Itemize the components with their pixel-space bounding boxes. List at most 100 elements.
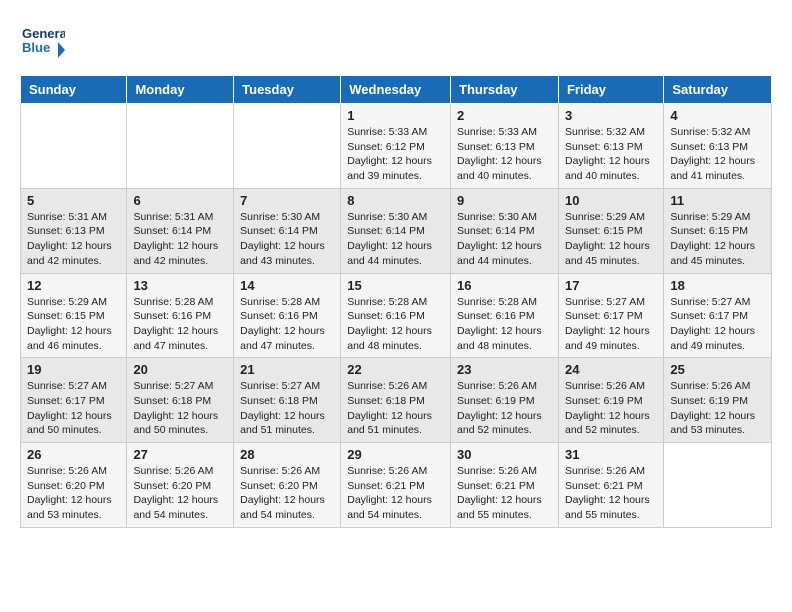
- day-info: Sunrise: 5:27 AM Sunset: 6:17 PM Dayligh…: [565, 295, 657, 354]
- day-info: Sunrise: 5:27 AM Sunset: 6:18 PM Dayligh…: [133, 379, 227, 438]
- logo: General Blue: [20, 20, 65, 65]
- day-number: 23: [457, 362, 552, 377]
- page-header: General Blue: [20, 20, 772, 65]
- day-info: Sunrise: 5:29 AM Sunset: 6:15 PM Dayligh…: [670, 210, 765, 269]
- header-row: SundayMondayTuesdayWednesdayThursdayFrid…: [21, 76, 772, 104]
- day-info: Sunrise: 5:31 AM Sunset: 6:14 PM Dayligh…: [133, 210, 227, 269]
- day-cell: 31 Sunrise: 5:26 AM Sunset: 6:21 PM Dayli…: [558, 443, 663, 528]
- day-cell: 3Sunrise: 5:32 AM Sunset: 6:13 PM Daylig…: [558, 104, 663, 189]
- day-info: Sunrise: 5:26 AM Sunset: 6:19 PM Dayligh…: [457, 379, 552, 438]
- day-number: 13: [133, 278, 227, 293]
- day-info: Sunrise: 5:28 AM Sunset: 6:16 PM Dayligh…: [133, 295, 227, 354]
- col-header-sunday: Sunday: [21, 76, 127, 104]
- day-cell: 10 Sunrise: 5:29 AM Sunset: 6:15 PM Dayli…: [558, 188, 663, 273]
- day-cell: 5Sunrise: 5:31 AM Sunset: 6:13 PM Daylig…: [21, 188, 127, 273]
- calendar-table: SundayMondayTuesdayWednesdayThursdayFrid…: [20, 75, 772, 528]
- col-header-friday: Friday: [558, 76, 663, 104]
- day-number: 26: [27, 447, 120, 462]
- day-cell: 16 Sunrise: 5:28 AM Sunset: 6:16 PM Dayli…: [451, 273, 559, 358]
- col-header-tuesday: Tuesday: [234, 76, 341, 104]
- day-number: 12: [27, 278, 120, 293]
- day-cell: 8 Sunrise: 5:30 AM Sunset: 6:14 PM Daylig…: [341, 188, 451, 273]
- week-row-4: 19 Sunrise: 5:27 AM Sunset: 6:17 PM Dayli…: [21, 358, 772, 443]
- day-cell: 15Sunrise: 5:28 AM Sunset: 6:16 PM Dayli…: [341, 273, 451, 358]
- day-cell: 1 Sunrise: 5:33 AM Sunset: 6:12 PM Daylig…: [341, 104, 451, 189]
- day-number: 29: [347, 447, 444, 462]
- day-number: 1: [347, 108, 444, 123]
- week-row-1: 1 Sunrise: 5:33 AM Sunset: 6:12 PM Daylig…: [21, 104, 772, 189]
- day-cell: 7 Sunrise: 5:30 AM Sunset: 6:14 PM Daylig…: [234, 188, 341, 273]
- day-number: 19: [27, 362, 120, 377]
- day-info: Sunrise: 5:32 AM Sunset: 6:13 PM Dayligh…: [670, 125, 765, 184]
- svg-text:Blue: Blue: [22, 40, 50, 55]
- logo-container: General Blue: [20, 20, 65, 65]
- col-header-saturday: Saturday: [664, 76, 772, 104]
- day-cell: 25Sunrise: 5:26 AM Sunset: 6:19 PM Dayli…: [664, 358, 772, 443]
- day-number: 30: [457, 447, 552, 462]
- day-info: Sunrise: 5:29 AM Sunset: 6:15 PM Dayligh…: [565, 210, 657, 269]
- day-info: Sunrise: 5:26 AM Sunset: 6:20 PM Dayligh…: [240, 464, 334, 523]
- day-info: Sunrise: 5:29 AM Sunset: 6:15 PM Dayligh…: [27, 295, 120, 354]
- day-info: Sunrise: 5:30 AM Sunset: 6:14 PM Dayligh…: [347, 210, 444, 269]
- day-cell: 17Sunrise: 5:27 AM Sunset: 6:17 PM Dayli…: [558, 273, 663, 358]
- day-cell: 11 Sunrise: 5:29 AM Sunset: 6:15 PM Dayli…: [664, 188, 772, 273]
- day-cell: 14 Sunrise: 5:28 AM Sunset: 6:16 PM Dayli…: [234, 273, 341, 358]
- day-info: Sunrise: 5:27 AM Sunset: 6:17 PM Dayligh…: [27, 379, 120, 438]
- day-cell: 4 Sunrise: 5:32 AM Sunset: 6:13 PM Daylig…: [664, 104, 772, 189]
- day-number: 15: [347, 278, 444, 293]
- week-row-5: 26 Sunrise: 5:26 AM Sunset: 6:20 PM Dayli…: [21, 443, 772, 528]
- day-number: 8: [347, 193, 444, 208]
- day-cell: 23 Sunrise: 5:26 AM Sunset: 6:19 PM Dayli…: [451, 358, 559, 443]
- day-info: Sunrise: 5:28 AM Sunset: 6:16 PM Dayligh…: [457, 295, 552, 354]
- day-number: 11: [670, 193, 765, 208]
- day-info: Sunrise: 5:26 AM Sunset: 6:21 PM Dayligh…: [347, 464, 444, 523]
- logo-svg: General Blue: [20, 20, 65, 65]
- day-cell: [234, 104, 341, 189]
- week-row-2: 5Sunrise: 5:31 AM Sunset: 6:13 PM Daylig…: [21, 188, 772, 273]
- col-header-thursday: Thursday: [451, 76, 559, 104]
- day-number: 25: [670, 362, 765, 377]
- day-cell: 29 Sunrise: 5:26 AM Sunset: 6:21 PM Dayli…: [341, 443, 451, 528]
- day-info: Sunrise: 5:26 AM Sunset: 6:21 PM Dayligh…: [565, 464, 657, 523]
- day-info: Sunrise: 5:26 AM Sunset: 6:20 PM Dayligh…: [133, 464, 227, 523]
- day-info: Sunrise: 5:33 AM Sunset: 6:13 PM Dayligh…: [457, 125, 552, 184]
- day-cell: 21Sunrise: 5:27 AM Sunset: 6:18 PM Dayli…: [234, 358, 341, 443]
- day-number: 27: [133, 447, 227, 462]
- day-number: 20: [133, 362, 227, 377]
- day-cell: 26Sunrise: 5:26 AM Sunset: 6:20 PM Dayli…: [21, 443, 127, 528]
- day-info: Sunrise: 5:28 AM Sunset: 6:16 PM Dayligh…: [240, 295, 334, 354]
- day-cell: [127, 104, 234, 189]
- day-number: 14: [240, 278, 334, 293]
- day-info: Sunrise: 5:26 AM Sunset: 6:19 PM Dayligh…: [565, 379, 657, 438]
- svg-text:General: General: [22, 26, 65, 41]
- day-number: 9: [457, 193, 552, 208]
- day-cell: 13 Sunrise: 5:28 AM Sunset: 6:16 PM Dayli…: [127, 273, 234, 358]
- day-cell: [664, 443, 772, 528]
- day-info: Sunrise: 5:31 AM Sunset: 6:13 PM Dayligh…: [27, 210, 120, 269]
- day-number: 4: [670, 108, 765, 123]
- day-number: 10: [565, 193, 657, 208]
- day-number: 16: [457, 278, 552, 293]
- col-header-wednesday: Wednesday: [341, 76, 451, 104]
- day-cell: 30Sunrise: 5:26 AM Sunset: 6:21 PM Dayli…: [451, 443, 559, 528]
- day-cell: 24 Sunrise: 5:26 AM Sunset: 6:19 PM Dayli…: [558, 358, 663, 443]
- day-number: 22: [347, 362, 444, 377]
- day-cell: 6Sunrise: 5:31 AM Sunset: 6:14 PM Daylig…: [127, 188, 234, 273]
- day-number: 2: [457, 108, 552, 123]
- day-number: 24: [565, 362, 657, 377]
- day-cell: [21, 104, 127, 189]
- day-info: Sunrise: 5:30 AM Sunset: 6:14 PM Dayligh…: [457, 210, 552, 269]
- day-info: Sunrise: 5:33 AM Sunset: 6:12 PM Dayligh…: [347, 125, 444, 184]
- day-number: 21: [240, 362, 334, 377]
- col-header-monday: Monday: [127, 76, 234, 104]
- day-number: 3: [565, 108, 657, 123]
- day-number: 18: [670, 278, 765, 293]
- day-number: 31: [565, 447, 657, 462]
- day-info: Sunrise: 5:30 AM Sunset: 6:14 PM Dayligh…: [240, 210, 334, 269]
- day-number: 7: [240, 193, 334, 208]
- day-cell: 28Sunrise: 5:26 AM Sunset: 6:20 PM Dayli…: [234, 443, 341, 528]
- day-cell: 12 Sunrise: 5:29 AM Sunset: 6:15 PM Dayli…: [21, 273, 127, 358]
- week-row-3: 12 Sunrise: 5:29 AM Sunset: 6:15 PM Dayli…: [21, 273, 772, 358]
- day-cell: 9 Sunrise: 5:30 AM Sunset: 6:14 PM Daylig…: [451, 188, 559, 273]
- day-cell: 19 Sunrise: 5:27 AM Sunset: 6:17 PM Dayli…: [21, 358, 127, 443]
